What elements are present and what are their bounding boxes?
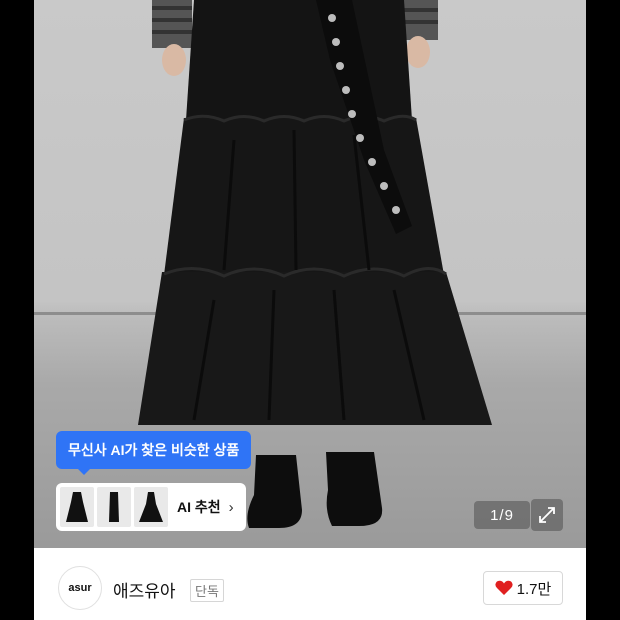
exclusive-badge: 단독 [190, 579, 224, 602]
expand-icon [539, 507, 555, 523]
ai-bubble-text: 무신사 AI가 찾은 비슷한 상품 [68, 442, 240, 458]
ai-recommend-label: AI 추천 [177, 499, 221, 515]
chevron-right-icon: › [228, 498, 234, 516]
brand-name[interactable]: 애즈유아 [113, 577, 176, 602]
ai-similar-products-tooltip[interactable]: 무신사 AI가 찾은 비슷한 상품 [56, 431, 252, 475]
similar-product-thumb-2[interactable] [97, 487, 131, 527]
product-detail-screen: 무신사 AI가 찾은 비슷한 상품 AI 추천 › 1/9 asur 애즈유아 … [34, 0, 586, 620]
heart-icon [495, 580, 513, 596]
brand-bar: asur 애즈유아 단독 1.7만 [34, 548, 586, 620]
similar-product-thumb-1[interactable] [60, 487, 94, 527]
similar-product-thumb-3[interactable] [134, 487, 168, 527]
ai-recommend-button[interactable]: AI 추천 › [56, 483, 246, 531]
brand-logo[interactable]: asur [58, 566, 102, 610]
tooltip-tail [78, 469, 90, 475]
expand-button[interactable] [531, 499, 563, 531]
like-count: 1.7만 [516, 580, 552, 598]
like-button[interactable]: 1.7만 [483, 571, 563, 605]
image-pager: 1/9 [474, 501, 530, 529]
